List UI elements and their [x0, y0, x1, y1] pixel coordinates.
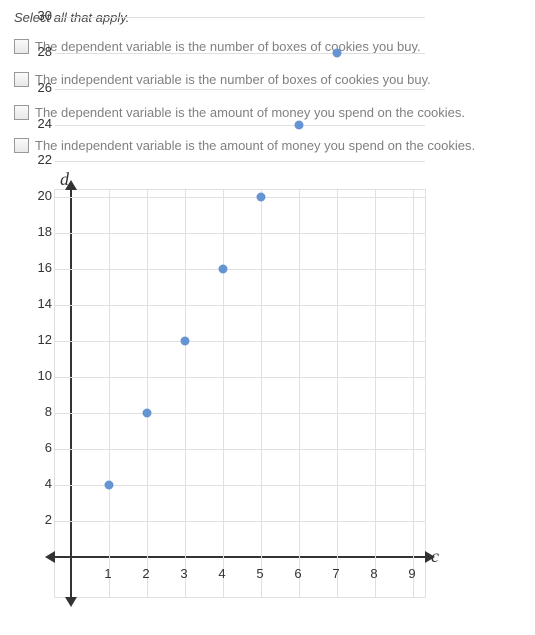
grid-line [55, 53, 425, 54]
x-axis [50, 556, 430, 558]
y-tick-label: 4 [22, 476, 52, 491]
data-point [295, 121, 304, 130]
data-point [333, 49, 342, 58]
arrow-up-icon [65, 180, 77, 190]
arrow-down-icon [65, 597, 77, 607]
grid-line [55, 341, 425, 342]
data-point [257, 193, 266, 202]
chart: d c 246810121416182022242628303234363812… [14, 171, 444, 621]
data-point [181, 337, 190, 346]
option-row[interactable]: The dependent variable is the amount of … [14, 105, 521, 120]
y-tick-label: 12 [22, 332, 52, 347]
grid-line [55, 305, 425, 306]
option-label: The dependent variable is the amount of … [35, 105, 465, 120]
grid-line [337, 190, 338, 597]
grid-line [55, 125, 425, 126]
y-tick-label: 22 [22, 152, 52, 167]
grid-line [55, 377, 425, 378]
grid-line [261, 190, 262, 597]
data-point [143, 409, 152, 418]
x-tick-label: 7 [326, 566, 346, 581]
x-tick-label: 4 [212, 566, 232, 581]
x-tick-label: 6 [288, 566, 308, 581]
option-row[interactable]: The independent variable is the amount o… [14, 138, 521, 153]
y-tick-label: 28 [22, 44, 52, 59]
y-tick-label: 10 [22, 368, 52, 383]
data-point [219, 265, 228, 274]
x-tick-label: 9 [402, 566, 422, 581]
grid-line [55, 197, 425, 198]
y-axis [70, 185, 72, 602]
grid-line [223, 190, 224, 597]
grid-line [147, 190, 148, 597]
option-row[interactable]: The dependent variable is the number of … [14, 39, 521, 54]
y-tick-label: 6 [22, 440, 52, 455]
x-tick-label: 8 [364, 566, 384, 581]
option-row[interactable]: The independent variable is the number o… [14, 72, 521, 87]
y-tick-label: 18 [22, 224, 52, 239]
grid-line [55, 413, 425, 414]
grid-line [55, 89, 425, 90]
y-tick-label: 16 [22, 260, 52, 275]
y-tick-label: 30 [22, 8, 52, 23]
y-tick-label: 24 [22, 116, 52, 131]
plot-area [54, 189, 426, 598]
option-label: The dependent variable is the number of … [35, 39, 421, 54]
arrow-left-icon [45, 551, 55, 563]
grid-line [55, 449, 425, 450]
y-tick-label: 8 [22, 404, 52, 419]
x-tick-label: 3 [174, 566, 194, 581]
grid-line [375, 190, 376, 597]
option-label: The independent variable is the amount o… [35, 138, 475, 153]
grid-line [55, 269, 425, 270]
grid-line [55, 17, 425, 18]
data-point [105, 481, 114, 490]
grid-line [413, 190, 414, 597]
grid-line [55, 521, 425, 522]
grid-line [185, 190, 186, 597]
y-tick-label: 20 [22, 188, 52, 203]
grid-line [299, 190, 300, 597]
x-tick-label: 1 [98, 566, 118, 581]
grid-line [109, 190, 110, 597]
checkbox-icon[interactable] [14, 138, 29, 153]
y-tick-label: 2 [22, 512, 52, 527]
grid-line [55, 161, 425, 162]
option-label: The independent variable is the number o… [35, 72, 431, 87]
arrow-right-icon [425, 551, 435, 563]
y-tick-label: 14 [22, 296, 52, 311]
y-tick-label: 26 [22, 80, 52, 95]
x-tick-label: 2 [136, 566, 156, 581]
grid-line [55, 233, 425, 234]
x-tick-label: 5 [250, 566, 270, 581]
